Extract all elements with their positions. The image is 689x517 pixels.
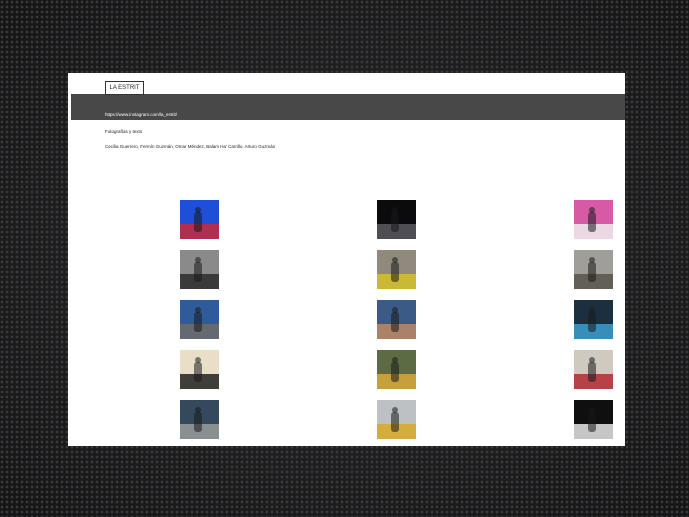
bw-church-photo[interactable] [574,400,613,439]
bw-figure-photo[interactable] [180,250,219,289]
red-dress-photo[interactable] [574,350,613,389]
yellow-street-photo[interactable] [377,400,416,439]
authors-text: Cecilia Guerrero, Fermín Guzmán, Omar Mé… [105,144,276,149]
street-figures-photo[interactable] [377,250,416,289]
hat-portrait-photo[interactable] [377,300,416,339]
shadow-wall-photo[interactable] [180,350,219,389]
slide-panel: LA ESTRIT https://www.instagram.com/la_e… [68,73,625,446]
instagram-link[interactable]: https://www.instagram.com/la_estrit/ [105,112,177,117]
street-sign-photo[interactable] [180,200,219,239]
dark-interior-photo[interactable] [377,200,416,239]
seated-man-photo[interactable] [180,300,219,339]
crowd-photo[interactable] [180,400,219,439]
pink-wall-photo[interactable] [574,200,613,239]
page-title: LA ESTRIT [105,81,144,95]
blue-figure-photo[interactable] [574,300,613,339]
plaza-photo[interactable] [574,250,613,289]
street-stall-photo[interactable] [377,350,416,389]
subtitle-text: Fotografías y texto [105,129,143,134]
